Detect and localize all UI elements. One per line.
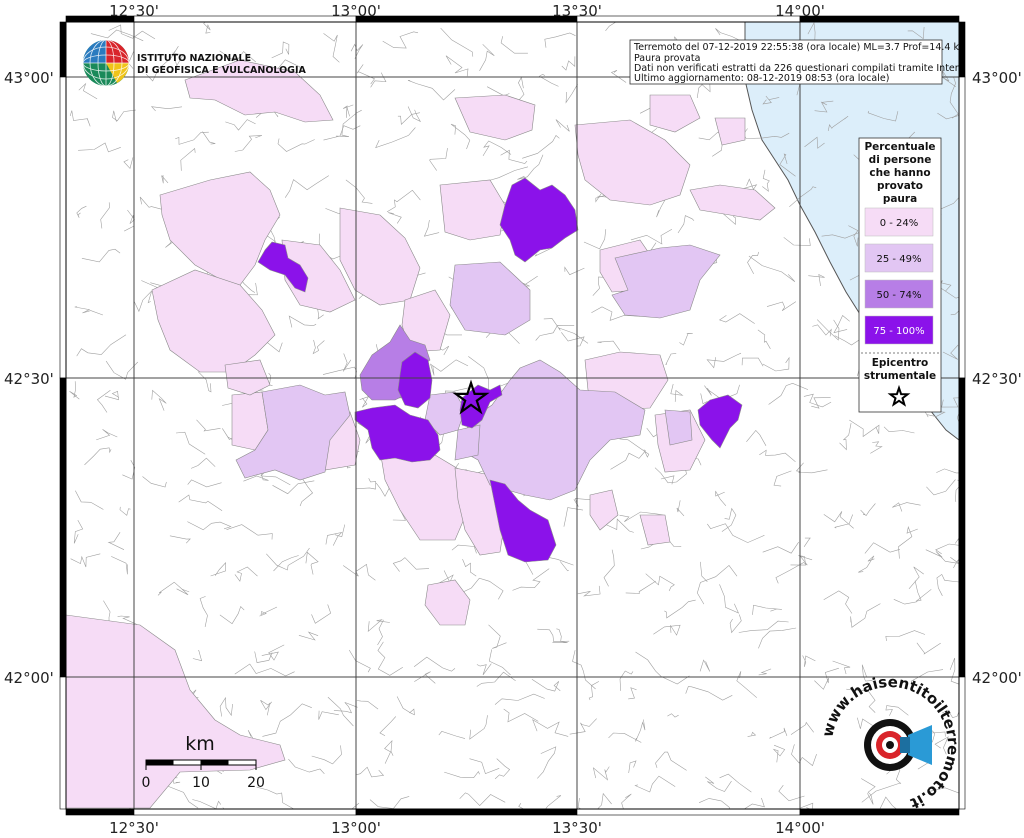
scale-tick-20: 20 [247, 775, 265, 791]
municipality-border [410, 817, 416, 832]
frame-segment [59, 21, 67, 78]
legend-label-75-100: 75 - 100% [873, 326, 924, 337]
legend-title-line2: di persone [869, 154, 932, 166]
frame-segment [133, 808, 357, 816]
municipality-border [974, 279, 995, 284]
bottom-lon-label: 14°00' [775, 819, 825, 837]
scale-tick-0: 0 [142, 775, 151, 791]
institute-name-line1: ISTITUTO NAZIONALE [137, 53, 251, 64]
right-lat-label: 43°00' [972, 69, 1022, 87]
municipality-25-49 [664, 409, 693, 446]
frame-segment [65, 808, 135, 816]
event-info-line1: Terremoto del 07-12-2019 22:55:38 (ora l… [633, 42, 968, 53]
frame-segment [576, 15, 801, 23]
frame-segment [958, 21, 966, 78]
top-lon-label: 13°30' [552, 2, 602, 20]
frame-segment [133, 15, 357, 23]
top-lon-label: 13°00' [331, 2, 381, 20]
legend-title-line5: paura [883, 193, 917, 205]
municipality-border [969, 218, 981, 241]
legend-epicenter-line1: Epicentro [872, 357, 929, 369]
institute-name-line2: DI GEOFISICA E VULCANOLOGIA [137, 65, 307, 76]
frame-segment [59, 377, 67, 678]
frame-segment [355, 808, 578, 816]
frame-segment [958, 76, 966, 379]
bottom-lon-label: 13°30' [552, 819, 602, 837]
top-lon-label: 14°00' [775, 2, 825, 20]
municipality-border [972, 639, 979, 655]
right-lat-label: 42°30' [972, 370, 1022, 388]
municipality-0-24 [439, 179, 506, 241]
frame-segment [799, 808, 960, 816]
legend-title-line3: che hanno [869, 167, 930, 179]
legend-label-25-49: 25 - 49% [877, 254, 922, 265]
ingv-globe-icon [82, 39, 130, 87]
bottom-lon-label: 13°00' [331, 819, 381, 837]
legend-title-line1: Percentuale [864, 141, 935, 153]
top-lon-label: 12°30' [109, 2, 159, 20]
legend-title-line4: provato [877, 180, 923, 192]
frame-segment [958, 377, 966, 678]
frame-segment [355, 15, 578, 23]
legend: Percentuale di persone che hanno provato… [858, 137, 942, 413]
event-info-line4: Ultimo aggiornamento: 08-12-2019 08:53 (… [634, 73, 889, 84]
municipality-border [977, 33, 998, 41]
frame-segment [576, 808, 801, 816]
event-info-box: Terremoto del 07-12-2019 22:55:38 (ora l… [629, 39, 968, 85]
municipality-25-49 [454, 424, 481, 461]
frame-segment [958, 676, 966, 810]
municipality-border [965, 91, 990, 109]
scale-tick-10: 10 [192, 775, 210, 791]
frame-segment [59, 76, 67, 379]
bottom-lon-label: 12°30' [109, 819, 159, 837]
felt-fear-map: ISTITUTO NAZIONALE DI GEOFISICA E VULCAN… [4, 2, 1022, 837]
right-lat-label: 42°00' [972, 669, 1022, 687]
legend-label-50-74: 50 - 74% [877, 290, 922, 301]
legend-epicenter-line2: strumentale [864, 370, 936, 382]
frame-segment [59, 676, 67, 810]
left-lat-label: 43°00' [4, 69, 54, 87]
legend-label-0-24: 0 - 24% [880, 218, 919, 229]
left-lat-label: 42°00' [4, 669, 54, 687]
left-lat-label: 42°30' [4, 370, 54, 388]
map-body: ISTITUTO NAZIONALE DI GEOFISICA E VULCAN… [66, 22, 998, 832]
scale-unit: km [185, 733, 215, 755]
